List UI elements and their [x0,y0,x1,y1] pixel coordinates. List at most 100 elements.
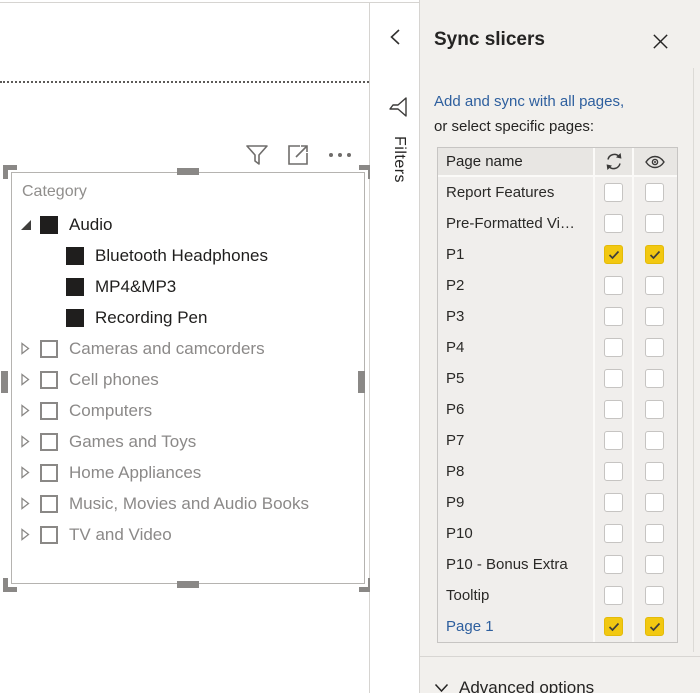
slicer-item-games-and-toys[interactable]: Games and Toys [12,426,362,457]
pane-scrollbar[interactable] [693,68,694,652]
slicer-item-label: Computers [69,401,152,421]
sync-checkbox[interactable] [604,276,623,295]
slicer-item-checkbox[interactable] [40,402,58,420]
sync-checkbox[interactable] [604,183,623,202]
resize-handle-left[interactable] [1,371,8,393]
page-row-p2: P2 [438,270,677,301]
filter-icon[interactable] [244,143,270,167]
sync-checkbox[interactable] [604,307,623,326]
visible-cell [634,239,675,270]
filters-pane-label[interactable]: Filters [390,136,408,183]
slicer-item-checkbox[interactable] [40,216,58,234]
page-row-p10-bonus-extra: P10 - Bonus Extra [438,549,677,580]
sync-checkbox[interactable] [604,462,623,481]
pages-table-body: Report FeaturesPre-Formatted Vi…P1P2P3P4… [438,177,677,642]
resize-handle-top[interactable] [177,168,199,175]
visible-checkbox[interactable] [645,555,664,574]
page-name: P3 [438,301,595,332]
sync-checkbox[interactable] [604,586,623,605]
slicer-item-music-movies-and-audio-books[interactable]: Music, Movies and Audio Books [12,488,362,519]
collapse-icon[interactable] [19,219,32,231]
slicer-item-label: Audio [69,215,112,235]
sync-checkbox[interactable] [604,555,623,574]
visible-checkbox[interactable] [645,307,664,326]
visible-cell [634,301,675,332]
focus-mode-icon[interactable] [286,143,310,167]
visible-checkbox[interactable] [645,586,664,605]
close-icon[interactable] [649,30,671,52]
sync-checkbox[interactable] [604,617,623,636]
expand-icon[interactable] [19,435,32,448]
sync-checkbox[interactable] [604,245,623,264]
slicer-item-computers[interactable]: Computers [12,395,362,426]
slicer-item-checkbox[interactable] [40,464,58,482]
advanced-options-label: Advanced options [459,678,594,693]
slicer-item-checkbox[interactable] [66,309,84,327]
slicer-item-label: MP4&MP3 [95,277,176,297]
page-row-pre-formatted-vi: Pre-Formatted Vi… [438,208,677,239]
canvas-dotted-gridline [0,81,369,83]
page-row-report-features: Report Features [438,177,677,208]
visible-checkbox[interactable] [645,617,664,636]
sync-checkbox[interactable] [604,524,623,543]
advanced-options-toggle[interactable]: Advanced options [434,678,594,693]
expand-icon[interactable] [19,466,32,479]
sync-checkbox[interactable] [604,369,623,388]
visible-cell [634,177,675,208]
sync-checkbox[interactable] [604,400,623,419]
add-and-sync-link[interactable]: Add and sync with all pages, [434,93,624,110]
visual-header-toolbar [244,140,364,170]
slicer-item-label: Cameras and camcorders [69,339,265,359]
pane-divider [420,656,700,657]
visible-checkbox[interactable] [645,338,664,357]
slicer-item-audio[interactable]: Audio [12,209,362,240]
slicer-item-bluetooth-headphones[interactable]: Bluetooth Headphones [12,240,362,271]
slicer-item-cameras-and-camcorders[interactable]: Cameras and camcorders [12,333,362,364]
sync-checkbox[interactable] [604,493,623,512]
pages-table-header: Page name [438,148,677,177]
visible-checkbox[interactable] [645,276,664,295]
resize-handle-bottom-left[interactable] [3,578,17,592]
sync-checkbox[interactable] [604,338,623,357]
page-row-p6: P6 [438,394,677,425]
slicer-item-checkbox[interactable] [40,526,58,544]
slicer-item-label: Cell phones [69,370,159,390]
slicer-item-checkbox[interactable] [66,247,84,265]
visible-checkbox[interactable] [645,400,664,419]
expand-icon[interactable] [19,528,32,541]
visible-checkbox[interactable] [645,462,664,481]
chevron-left-icon[interactable] [388,28,403,51]
visible-checkbox[interactable] [645,369,664,388]
slicer-item-recording-pen[interactable]: Recording Pen [12,302,362,333]
visible-checkbox[interactable] [645,183,664,202]
slicer-item-checkbox[interactable] [40,371,58,389]
slicer-item-checkbox[interactable] [66,278,84,296]
expand-icon[interactable] [19,373,32,386]
visible-cell [634,549,675,580]
resize-handle-top-left[interactable] [3,165,17,179]
sync-checkbox[interactable] [604,214,623,233]
slicer-item-tv-and-video[interactable]: TV and Video [12,519,362,550]
visible-checkbox[interactable] [645,524,664,543]
page-row-p5: P5 [438,363,677,394]
sync-checkbox[interactable] [604,431,623,450]
visible-checkbox[interactable] [645,493,664,512]
slicer-item-mp4-mp3[interactable]: MP4&MP3 [12,271,362,302]
sync-cell [595,363,634,394]
visible-checkbox[interactable] [645,245,664,264]
slicer-item-checkbox[interactable] [40,495,58,513]
filter-funnel-icon[interactable] [382,96,408,118]
expand-icon[interactable] [19,497,32,510]
visible-checkbox[interactable] [645,214,664,233]
slicer-item-cell-phones[interactable]: Cell phones [12,364,362,395]
visible-checkbox[interactable] [645,431,664,450]
slicer-item-checkbox[interactable] [40,340,58,358]
expand-icon[interactable] [19,404,32,417]
more-options-icon[interactable] [326,149,354,161]
expand-icon[interactable] [19,342,32,355]
resize-handle-bottom[interactable] [177,581,199,588]
slicer-item-checkbox[interactable] [40,433,58,451]
sync-cell [595,177,634,208]
slicer-item-home-appliances[interactable]: Home Appliances [12,457,362,488]
eye-icon [634,148,675,175]
